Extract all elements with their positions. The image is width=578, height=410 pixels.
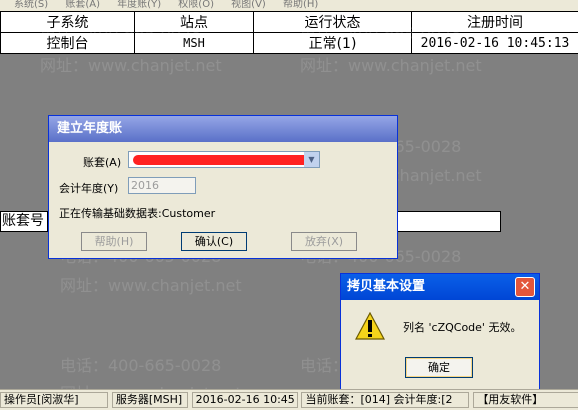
status-datetime: 2016-02-16 10:45 — [192, 392, 298, 408]
create-year-account-dialog: 建立年度账 账套(A) ▼ 会计年度(Y) 2016 正在传输基础数据表:Cus… — [48, 115, 398, 259]
dialog-title[interactable]: 建立年度账 — [49, 116, 397, 142]
watermark-site: 网址：www.chanjet.net — [40, 52, 222, 76]
watermark-site: 网址：www.chanjet.net — [60, 272, 242, 296]
status-operator: 操作员[闵淑华] — [0, 392, 108, 408]
transfer-status-text: 正在传输基础数据表:Customer — [59, 205, 215, 221]
watermark-phone: 电话：400-665-0028 — [300, 20, 461, 44]
status-server: 服务器[MSH] — [112, 392, 188, 408]
menu-help[interactable]: 帮助(H) — [283, 0, 318, 10]
watermark-phone: 电话：400-665-0028 — [40, 20, 201, 44]
account-label: 账套(A) — [83, 154, 121, 170]
warning-icon — [355, 312, 385, 340]
ok-button[interactable]: 确定 — [405, 357, 473, 378]
status-brand: 【用友软件】 — [473, 392, 578, 408]
menu-permission[interactable]: 权限(O) — [178, 0, 214, 10]
watermark-phone: 电话：400-665-0028 — [60, 352, 221, 376]
error-message: 列名 'cZQCode' 无效。 — [403, 319, 521, 335]
cancel-button[interactable]: 放弃(X) — [291, 232, 357, 251]
menu-system[interactable]: 系统(S) — [14, 0, 48, 10]
confirm-button[interactable]: 确认(C) — [181, 232, 247, 251]
watermark-site: 网址：www.chanjet.net — [300, 52, 482, 76]
status-bar: 操作员[闵淑华] 服务器[MSH] 2016-02-16 10:45 当前账套：… — [0, 389, 578, 410]
fiscal-year-input[interactable]: 2016 — [128, 177, 196, 194]
chevron-down-icon[interactable]: ▼ — [304, 152, 319, 167]
copy-settings-dialog: 拷贝基本设置 ✕ 列名 'cZQCode' 无效。 确定 — [340, 273, 540, 391]
menu-view[interactable]: 视图(V) — [231, 0, 266, 10]
account-select[interactable]: ▼ — [128, 151, 320, 168]
help-button[interactable]: 帮助(H) — [81, 232, 147, 251]
account-number-label: 账套号 — [0, 211, 48, 232]
redaction-mark — [133, 155, 313, 165]
status-current-account: 当前账套：[014] 会计年度:[2 — [301, 392, 469, 408]
menu-account[interactable]: 账套(A) — [65, 0, 100, 10]
dialog-title[interactable]: 拷贝基本设置 — [341, 274, 539, 300]
fiscal-year-label: 会计年度(Y) — [59, 180, 118, 196]
menu-year-account[interactable]: 年度账(Y) — [117, 0, 161, 10]
close-icon[interactable]: ✕ — [515, 277, 535, 297]
account-number-field[interactable] — [396, 211, 501, 232]
